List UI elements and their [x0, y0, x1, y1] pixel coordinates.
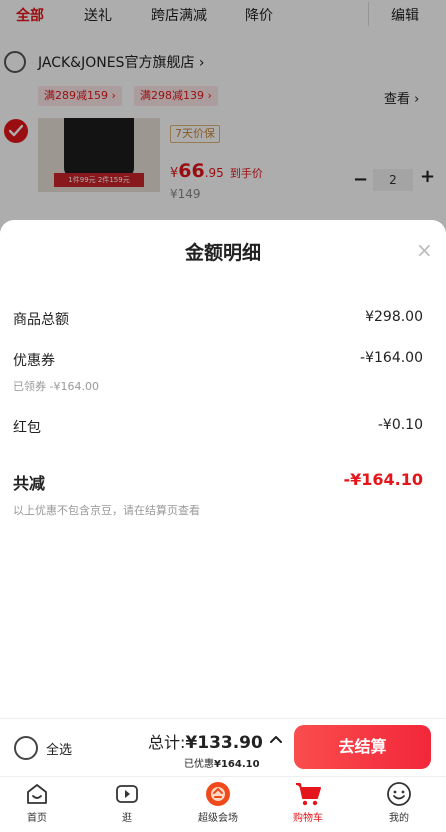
discount-prefix: 已优惠: [184, 759, 214, 770]
redpacket-label: 红包: [13, 420, 41, 436]
sheet-title: 金额明细: [184, 242, 261, 264]
play-icon: [116, 785, 138, 803]
nav-item-browse[interactable]: 逛: [97, 781, 157, 829]
goods-total-value: ¥298.00: [365, 309, 423, 325]
close-icon[interactable]: ×: [416, 238, 433, 262]
amount-detail-sheet: 金额明细 × 商品总额 ¥298.00 优惠券 -¥164.00 已领券 -¥1…: [0, 220, 446, 720]
home-icon: [27, 784, 47, 804]
discount-summary: 已优惠¥164.10: [184, 755, 260, 770]
total-prefix: 总计:: [148, 733, 186, 752]
nav-label-venue: 超级会场: [198, 813, 238, 824]
total-discount-value: -¥164.10: [343, 470, 423, 489]
select-all-label[interactable]: 全选: [46, 739, 72, 758]
discount-amount: ¥164.10: [214, 759, 260, 770]
total-discount-label: 共减: [13, 474, 46, 493]
nav-item-home[interactable]: 首页: [7, 781, 67, 829]
goods-total-label: 商品总额: [13, 312, 69, 328]
discount-footnote: 以上优惠不包含京豆，请在结算页查看: [13, 504, 200, 517]
nav-label-profile: 我的: [389, 813, 409, 824]
order-total: 总计:¥133.90: [148, 729, 263, 753]
venue-icon: [206, 782, 230, 806]
coupon-label: 优惠券: [13, 353, 55, 369]
nav-item-venue[interactable]: 超级会场: [188, 781, 248, 829]
chevron-up-icon[interactable]: [269, 734, 283, 744]
bottom-navigation: 首页 逛 超级会场 购物车 我的: [0, 776, 446, 832]
profile-icon: [387, 782, 411, 806]
redpacket-value: -¥0.10: [377, 417, 423, 433]
nav-item-cart[interactable]: 购物车: [278, 781, 338, 829]
checkout-bar: 全选 总计:¥133.90 已优惠¥164.10 去结算: [0, 718, 446, 776]
total-amount: ¥133.90: [185, 733, 263, 753]
coupon-note: 已领券 -¥164.00: [13, 380, 99, 393]
nav-label-browse: 逛: [122, 813, 132, 824]
nav-label-cart: 购物车: [293, 813, 323, 824]
select-all-radio[interactable]: [14, 736, 38, 760]
coupon-value: -¥164.00: [360, 350, 423, 366]
nav-item-profile[interactable]: 我的: [369, 781, 429, 829]
checkout-button[interactable]: 去结算: [294, 725, 431, 769]
cart-icon: [296, 783, 321, 806]
nav-label-home: 首页: [27, 813, 47, 824]
